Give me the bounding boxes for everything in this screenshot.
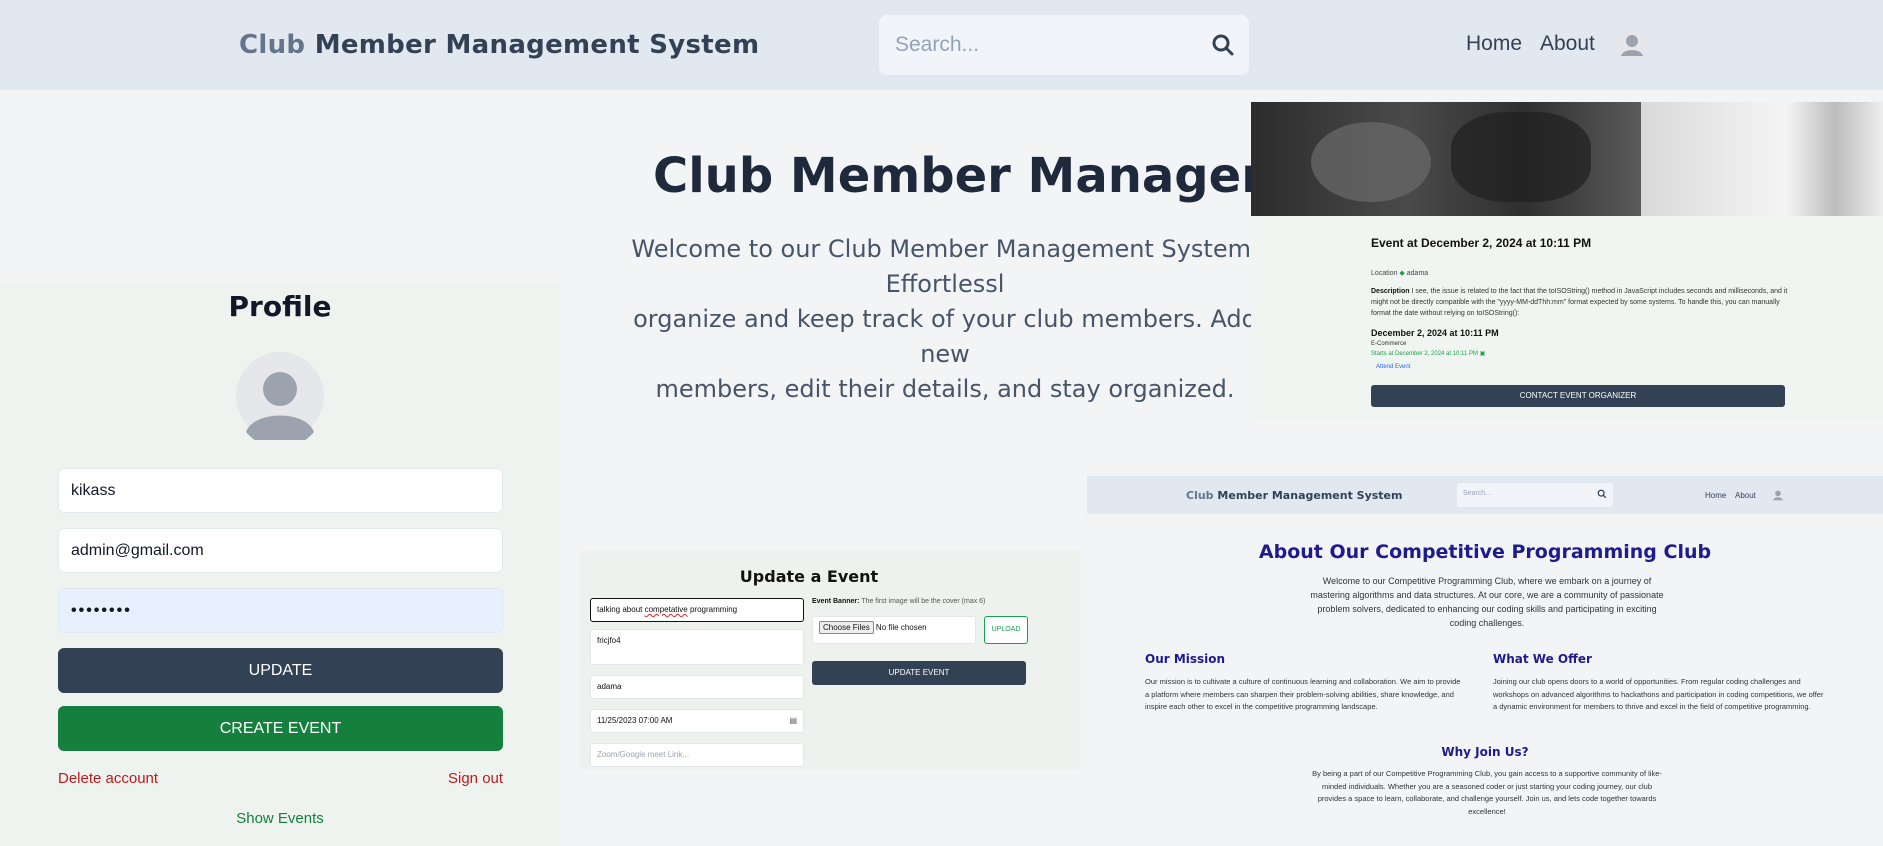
event-description: Description I see, the issue is related …: [1371, 286, 1791, 319]
profile-panel: Profile kikass admin@gmail.com •••••••• …: [0, 282, 560, 846]
event-category: E-Commerce: [1371, 341, 1407, 347]
offer-heading: What We Offer: [1493, 652, 1592, 666]
event-datetime-field[interactable]: 11/25/2023 07:00 AM ▤: [590, 709, 804, 733]
why-join-heading: Why Join Us?: [1441, 745, 1529, 759]
event-title-field[interactable]: talking about competative programming: [590, 598, 804, 622]
brand-word-rest: Member Management System: [314, 30, 760, 60]
upload-button[interactable]: UPLOAD: [984, 616, 1028, 644]
profile-avatar-icon[interactable]: [236, 352, 324, 440]
event-location: Location ◆ adama: [1371, 269, 1428, 277]
no-file-text: No file chosen: [875, 623, 927, 632]
create-event-button[interactable]: CREATE EVENT: [58, 706, 503, 751]
meeting-link-field[interactable]: Zoom/Google meet Link...: [590, 743, 804, 767]
title-text-post: programming: [687, 605, 738, 614]
event-title: Event at December 2, 2024 at 10:11 PM: [1371, 236, 1592, 250]
user-avatar-icon[interactable]: [1617, 30, 1647, 60]
search-icon[interactable]: [1211, 33, 1235, 57]
event-description-field[interactable]: fricjfo4: [590, 629, 804, 665]
event-location-field[interactable]: adama: [590, 675, 804, 699]
event-card-preview: Event at December 2, 2024 at 10:11 PM Lo…: [1251, 102, 1883, 422]
attend-event-link[interactable]: Attend Event: [1376, 364, 1410, 370]
location-value: adama: [1406, 270, 1429, 277]
description-text: I see, the issue is related to the fact …: [1371, 288, 1788, 317]
sign-out-link[interactable]: Sign out: [448, 770, 503, 787]
mission-heading: Our Mission: [1145, 652, 1226, 666]
event-banner-label: Event Banner: The first image will be th…: [812, 598, 985, 605]
navbar: Club Member Management System Home About: [0, 0, 1883, 90]
event-date: December 2, 2024 at 10:11 PM: [1371, 328, 1499, 338]
update-event-button[interactable]: UPDATE EVENT: [812, 661, 1026, 685]
event-banner-image: [1251, 102, 1883, 216]
search-icon[interactable]: [1597, 489, 1607, 499]
banner-label: Event Banner:: [812, 598, 860, 605]
about-nav-home-link[interactable]: Home: [1705, 491, 1726, 500]
about-navbar: Club Member Management System Search... …: [1087, 476, 1883, 514]
location-label: Location: [1371, 270, 1398, 277]
choose-files-button[interactable]: Choose Files: [819, 621, 874, 634]
contact-organizer-button[interactable]: CONTACT EVENT ORGANIZER: [1371, 385, 1785, 407]
calendar-icon: ▣: [1479, 351, 1486, 357]
show-events-link[interactable]: Show Events: [0, 810, 560, 827]
about-title: About Our Competitive Programming Club: [1258, 541, 1712, 563]
profile-title: Profile: [228, 290, 332, 323]
delete-account-link[interactable]: Delete account: [58, 770, 158, 787]
location-pin-icon: ◆: [1399, 270, 1405, 277]
about-page-preview: Club Member Management System Search... …: [1087, 476, 1883, 846]
update-event-form: Update a Event talking about competative…: [580, 550, 1080, 770]
about-nav-about-link[interactable]: About: [1735, 491, 1756, 500]
mission-text: Our mission is to cultivate a culture of…: [1145, 677, 1461, 711]
event-start-time: Starts at December 2, 2024 at 10:11 PM ▣: [1371, 350, 1485, 357]
file-picker[interactable]: Choose Files No file chosen: [812, 616, 976, 644]
banner-shape: [1311, 122, 1431, 202]
update-event-title: Update a Event: [739, 567, 879, 586]
search-box: [879, 15, 1249, 75]
username-field[interactable]: kikass: [58, 468, 503, 513]
offer-text: Joining our club opens doors to a world …: [1493, 677, 1824, 711]
search-input[interactable]: [895, 27, 1195, 63]
datetime-value: 11/25/2023 07:00 AM: [597, 716, 673, 725]
nav-home-link[interactable]: Home: [1466, 32, 1522, 56]
banner-hint: The first image will be the cover (max 6…: [861, 598, 986, 605]
email-field[interactable]: admin@gmail.com: [58, 528, 503, 573]
about-brand-word-rest: Member Management System: [1217, 489, 1403, 502]
about-brand-word-club: Club: [1186, 489, 1214, 502]
calendar-icon[interactable]: ▤: [789, 710, 797, 732]
hero-description: Welcome to our Club Member Management Sy…: [631, 235, 1259, 403]
why-join-text: By being a part of our Competitive Progr…: [1312, 769, 1662, 816]
banner-light-region: [1641, 102, 1883, 216]
update-profile-button[interactable]: UPDATE: [58, 648, 503, 693]
brand-logo[interactable]: Club Member Management System: [239, 30, 759, 60]
about-intro: Welcome to our Competitive Programming C…: [1310, 576, 1664, 628]
brand-word-club: Club: [239, 30, 306, 60]
about-brand-logo[interactable]: Club Member Management System: [1186, 489, 1402, 502]
description-label: Description: [1371, 288, 1410, 295]
about-search-placeholder: Search...: [1463, 490, 1492, 497]
title-text-pre: talking about: [597, 605, 645, 614]
about-search-input[interactable]: Search...: [1457, 483, 1613, 507]
nav-about-link[interactable]: About: [1540, 32, 1595, 56]
password-field[interactable]: ••••••••: [58, 588, 503, 633]
banner-shape: [1451, 112, 1591, 202]
title-text-misspelled: competative: [644, 605, 688, 614]
user-avatar-icon[interactable]: [1772, 489, 1784, 501]
start-time-text: Starts at December 2, 2024 at 10:11 PM: [1371, 351, 1478, 357]
